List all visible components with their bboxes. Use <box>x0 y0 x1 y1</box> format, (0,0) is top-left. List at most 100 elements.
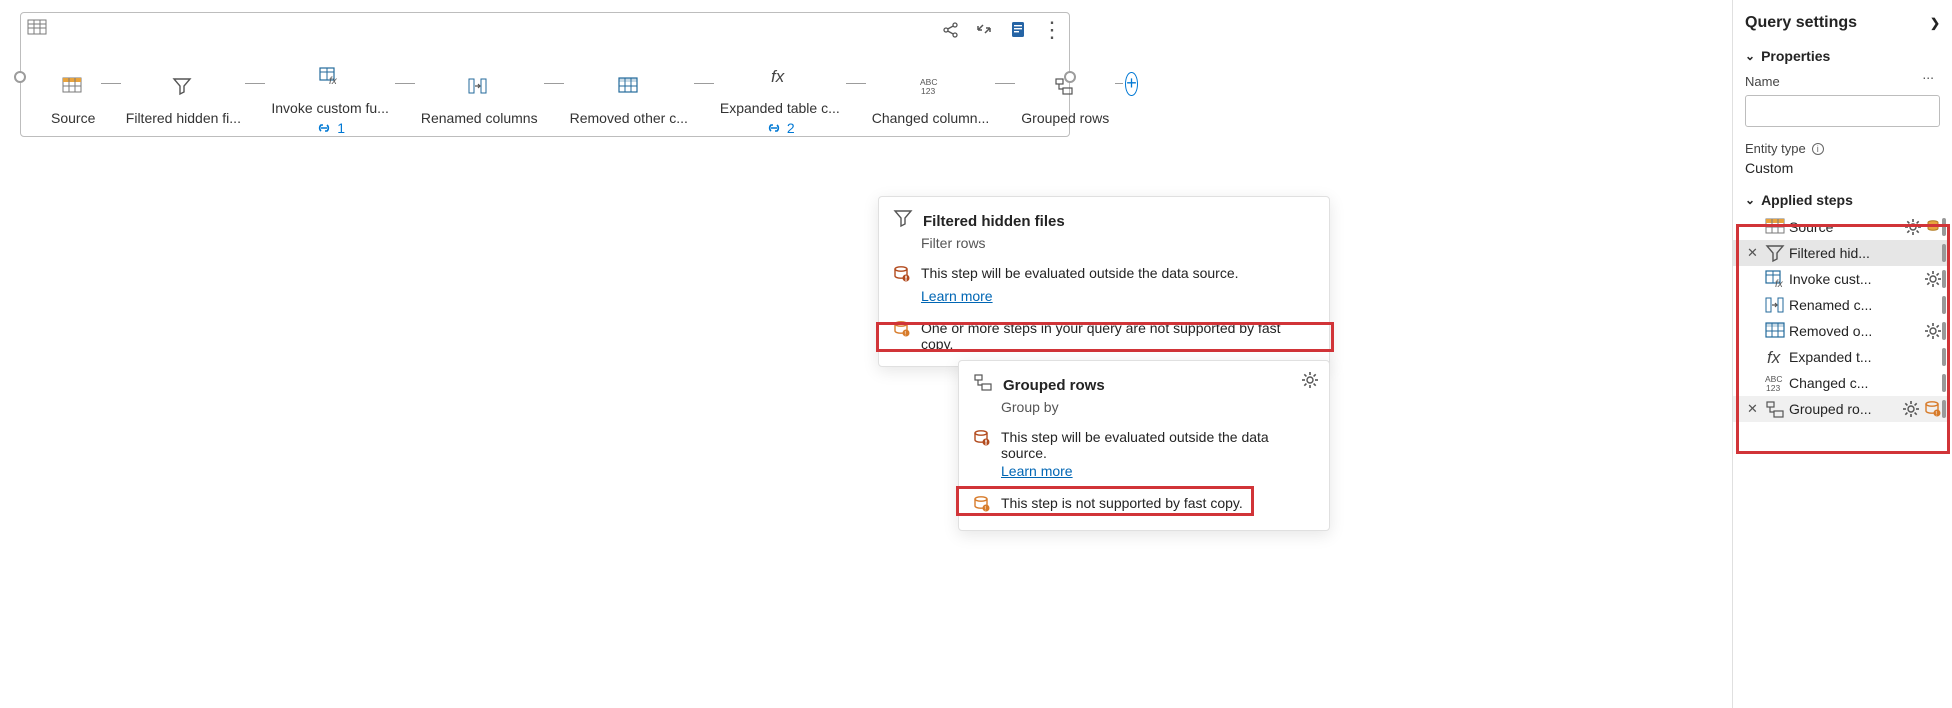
info-icon[interactable]: i <box>1812 143 1824 155</box>
tooltip-title: Grouped rows <box>1003 377 1105 394</box>
db-orange-icon <box>893 320 911 341</box>
step-label: Renamed columns <box>421 110 538 126</box>
diagram-step[interactable]: Filtered hidden fi... <box>123 77 243 126</box>
applied-step-item[interactable]: Invoke cust... <box>1733 266 1948 292</box>
gear-icon[interactable] <box>1902 400 1918 419</box>
fx-icon <box>1765 348 1783 367</box>
gear-icon[interactable] <box>1904 218 1920 237</box>
tooltip-title: Filtered hidden files <box>923 213 1065 230</box>
share-icon[interactable] <box>941 20 961 40</box>
section-label: Applied steps <box>1761 192 1853 208</box>
applied-step-item[interactable]: Source <box>1733 214 1948 240</box>
group-icon <box>1765 400 1783 419</box>
db-warn-icon <box>973 429 991 450</box>
db-warn-icon <box>893 265 911 286</box>
abc123-icon <box>920 77 942 102</box>
gear-icon[interactable] <box>1924 322 1940 341</box>
step-badge: 2 <box>765 120 795 136</box>
name-input[interactable] <box>1745 95 1940 127</box>
close-icon[interactable]: ✕ <box>1747 401 1759 417</box>
step-indicator <box>1942 348 1946 366</box>
group-icon <box>1054 77 1076 102</box>
applied-step-item[interactable]: Expanded t... <box>1733 344 1948 370</box>
step-indicator <box>1942 244 1946 262</box>
fx-table-icon <box>319 67 341 92</box>
entity-type-label: Entity type <box>1745 141 1806 156</box>
filter-icon <box>1765 244 1783 263</box>
warning-text: This step will be evaluated outside the … <box>921 265 1239 281</box>
section-label: Properties <box>1761 48 1830 64</box>
tooltip-filtered-hidden-files: Filtered hidden files Filter rows This s… <box>878 196 1330 367</box>
step-name: Renamed c... <box>1789 297 1940 313</box>
diagram-step[interactable]: Removed other c... <box>566 77 692 126</box>
collapse-icon[interactable] <box>975 20 995 40</box>
warning-text: This step will be evaluated outside the … <box>1001 429 1313 461</box>
step-label: Source <box>51 110 95 126</box>
db-orange-icon <box>1924 400 1940 419</box>
gear-icon[interactable] <box>1924 270 1940 289</box>
applied-step-item[interactable]: ✕ Grouped ro... <box>1733 396 1948 422</box>
step-name: Filtered hid... <box>1789 245 1940 261</box>
table-blue-icon <box>1765 322 1783 341</box>
step-label: Grouped rows <box>1021 110 1109 126</box>
applied-step-item[interactable]: Removed o... <box>1733 318 1948 344</box>
step-indicator <box>1942 270 1946 288</box>
diagram-step[interactable]: Renamed columns <box>417 77 542 126</box>
close-icon[interactable]: ✕ <box>1747 245 1759 261</box>
diagram-step[interactable]: Grouped rows <box>1017 77 1113 126</box>
filter-icon <box>172 77 194 102</box>
port-left <box>14 71 26 83</box>
applied-step-item[interactable]: Renamed c... <box>1733 292 1948 318</box>
diagram-panel: ⋮ Source Filtered hidden fi... Invoke cu… <box>20 12 1070 137</box>
tooltip-grouped-rows: Grouped rows Group by This step will be … <box>958 360 1330 531</box>
learn-more-link[interactable]: Learn more <box>921 288 993 304</box>
table-yellow-icon <box>62 77 84 102</box>
applied-step-item[interactable]: ✕ Filtered hid... <box>1733 240 1948 266</box>
table-icon <box>27 19 49 42</box>
group-icon <box>973 373 993 397</box>
diagram-step[interactable]: Expanded table c... 2 <box>716 67 844 136</box>
step-name: Grouped ro... <box>1789 401 1896 417</box>
diagram-step[interactable]: Invoke custom fu... 1 <box>267 67 393 136</box>
step-name: Source <box>1789 219 1898 235</box>
fx-table-icon <box>1765 270 1783 289</box>
db-orange-icon <box>973 495 991 516</box>
rename-cols-icon <box>468 77 490 102</box>
learn-more-link[interactable]: Learn more <box>1001 463 1073 479</box>
step-name: Invoke cust... <box>1789 271 1918 287</box>
step-name: Changed c... <box>1789 375 1940 391</box>
name-more-button[interactable]: ... <box>1922 66 1934 82</box>
step-indicator <box>1942 218 1946 236</box>
gear-icon[interactable] <box>1301 371 1319 394</box>
chevron-right-icon[interactable]: ❯ <box>1930 16 1940 30</box>
step-label: Changed column... <box>872 110 990 126</box>
fastcopy-text: This step is not supported by fast copy. <box>1001 495 1243 511</box>
entity-type-value: Custom <box>1733 160 1952 186</box>
step-label: Expanded table c... <box>720 100 840 116</box>
fastcopy-text: One or more steps in your query are not … <box>921 320 1313 352</box>
rename-cols-icon <box>1765 296 1783 315</box>
applied-step-item[interactable]: Changed c... <box>1733 370 1948 396</box>
applied-steps-section[interactable]: ⌄ Applied steps <box>1733 186 1952 214</box>
step-indicator <box>1942 322 1946 340</box>
step-indicator <box>1942 296 1946 314</box>
step-label: Invoke custom fu... <box>271 100 389 116</box>
step-indicator <box>1942 400 1946 418</box>
table-yellow-icon <box>1765 218 1783 237</box>
tooltip-subtitle: Group by <box>1001 399 1313 415</box>
more-icon[interactable]: ⋮ <box>1041 19 1063 41</box>
panel-title: Query settings <box>1745 14 1857 32</box>
fx-icon <box>769 67 791 92</box>
name-label: Name <box>1733 70 1952 93</box>
diagram-step[interactable]: Source <box>47 77 99 126</box>
db-yellow-icon <box>1926 219 1940 236</box>
step-name: Expanded t... <box>1789 349 1940 365</box>
filter-icon <box>893 209 913 233</box>
properties-section[interactable]: ⌄ Properties <box>1733 42 1952 70</box>
add-step-button[interactable]: + <box>1125 72 1138 96</box>
diagram-step[interactable]: Changed column... <box>868 77 994 126</box>
doc-icon[interactable] <box>1009 20 1027 40</box>
tooltip-subtitle: Filter rows <box>921 235 1313 251</box>
step-name: Removed o... <box>1789 323 1918 339</box>
step-label: Removed other c... <box>570 110 688 126</box>
